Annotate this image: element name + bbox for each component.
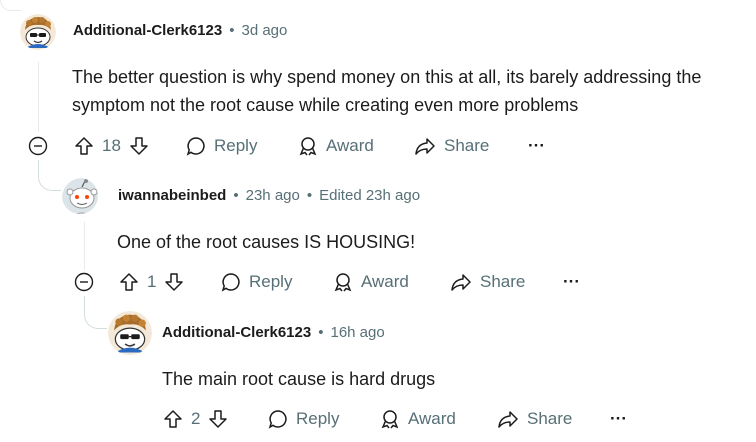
speech-bubble-icon	[268, 409, 288, 429]
share-label: Share	[480, 272, 526, 291]
vote-count: 2	[191, 409, 201, 428]
meta-separator: •	[306, 187, 313, 204]
reply-button[interactable]: Reply	[186, 136, 257, 156]
comment-body-line: The better question is why spend money o…	[72, 67, 702, 87]
comment-body: One of the root causes IS HOUSING!	[117, 228, 415, 256]
timestamp[interactable]: 23h ago	[246, 187, 300, 204]
award-label: Award	[408, 409, 456, 428]
more-options-button[interactable]: ···	[563, 272, 580, 292]
award-button[interactable]: Award	[298, 136, 374, 156]
award-icon	[380, 409, 400, 429]
meta-separator: •	[233, 187, 239, 204]
upvote-icon[interactable]	[119, 272, 139, 292]
vote-group: 2	[163, 409, 228, 429]
avatar[interactable]	[62, 178, 98, 214]
timestamp[interactable]: 16h ago	[330, 324, 384, 341]
avatar[interactable]	[20, 14, 56, 50]
speech-bubble-icon	[221, 272, 241, 292]
avatar-snoo-icon	[62, 178, 98, 214]
comment: iwannabeinbed • 23h ago • Edited 23h ago…	[0, 170, 756, 310]
more-options-icon: ···	[610, 409, 627, 428]
award-button[interactable]: Award	[333, 272, 409, 292]
downvote-icon[interactable]	[129, 136, 149, 156]
vote-count: 18	[102, 136, 121, 155]
share-icon	[450, 272, 472, 292]
meta-separator: •	[318, 324, 324, 341]
vote-group: 1	[119, 272, 184, 292]
more-options-icon: ···	[528, 136, 545, 155]
more-options-button[interactable]: ···	[528, 136, 545, 156]
timestamp[interactable]: 3d ago	[241, 22, 287, 39]
share-icon	[497, 409, 519, 429]
meta-separator: •	[229, 22, 235, 39]
avatar-snoo-icon	[20, 14, 56, 50]
username[interactable]: Additional-Clerk6123	[73, 22, 222, 39]
collapse-thread-icon[interactable]	[74, 272, 94, 292]
upvote-icon[interactable]	[74, 136, 94, 156]
share-label: Share	[527, 409, 573, 428]
comment: Additional-Clerk6123 • 3d ago The better…	[0, 0, 756, 170]
username[interactable]: iwannabeinbed	[118, 187, 226, 204]
award-label: Award	[361, 272, 409, 291]
comment: Additional-Clerk6123 • 16h ago The main …	[0, 306, 756, 442]
edited-label: Edited 23h ago	[319, 187, 421, 204]
comment-body-line: One of the root causes IS HOUSING!	[117, 232, 416, 252]
more-options-icon: ···	[563, 272, 580, 291]
avatar[interactable]	[108, 311, 152, 355]
vote-count: 1	[147, 272, 157, 291]
award-button[interactable]: Award	[380, 409, 456, 429]
reply-label: Reply	[249, 272, 293, 291]
avatar-snoo-icon	[108, 311, 152, 355]
reply-button[interactable]: Reply	[221, 272, 292, 292]
comment-body-line: symptom not the root cause while creatin…	[72, 95, 579, 115]
username[interactable]: Additional-Clerk6123	[162, 324, 311, 341]
reply-button[interactable]: Reply	[268, 409, 339, 429]
downvote-icon[interactable]	[164, 272, 184, 292]
share-button[interactable]: Share	[450, 272, 525, 292]
award-label: Award	[326, 136, 374, 155]
share-icon	[414, 136, 436, 156]
share-button[interactable]: Share	[414, 136, 489, 156]
vote-group: 18	[74, 136, 149, 156]
share-button[interactable]: Share	[497, 409, 572, 429]
share-label: Share	[444, 136, 490, 155]
comment-body: The better question is why spend money o…	[72, 63, 756, 119]
award-icon	[333, 272, 353, 292]
reply-label: Reply	[214, 136, 258, 155]
reply-label: Reply	[296, 409, 340, 428]
award-icon	[298, 136, 318, 156]
collapse-thread-icon[interactable]	[28, 136, 48, 156]
more-options-button[interactable]: ···	[610, 409, 627, 429]
downvote-icon[interactable]	[208, 409, 228, 429]
comment-body: The main root cause is hard drugs	[162, 365, 435, 393]
upvote-icon[interactable]	[163, 409, 183, 429]
comment-body-line: The main root cause is hard drugs	[162, 369, 436, 389]
speech-bubble-icon	[186, 136, 206, 156]
